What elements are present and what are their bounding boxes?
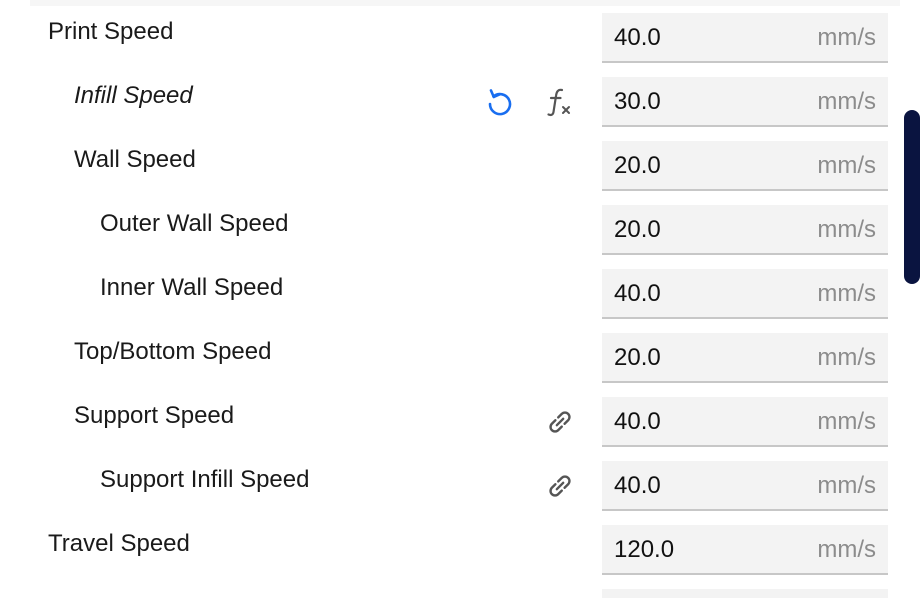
top-bottom-speed-input[interactable]: 20.0 mm/s	[602, 333, 888, 383]
setting-label: Top/Bottom Speed	[74, 338, 272, 365]
setting-value: 20.0	[614, 344, 661, 371]
setting-row-infill-speed: Infill Speed 30.0 mm/s	[0, 64, 900, 128]
setting-unit: mm/s	[817, 216, 876, 243]
setting-unit: mm/s	[817, 280, 876, 307]
setting-value: 40.0	[614, 24, 661, 51]
setting-label: Inner Wall Speed	[100, 274, 284, 301]
setting-unit: mm/s	[817, 88, 876, 115]
setting-row-travel-speed: Travel Speed 120.0 mm/s	[0, 512, 900, 576]
inner-wall-speed-input[interactable]: 40.0 mm/s	[602, 269, 888, 319]
setting-value: 40.0	[614, 408, 661, 435]
link-icon[interactable]	[542, 468, 578, 504]
outer-wall-speed-input[interactable]: 20.0 mm/s	[602, 205, 888, 255]
speed-settings-panel: Print Speed 40.0 mm/s Infill Speed 30.0 …	[0, 0, 920, 598]
setting-row-wall-speed: Wall Speed 20.0 mm/s	[0, 128, 900, 192]
setting-value: 120.0	[614, 536, 675, 563]
setting-label: Support Speed	[74, 402, 235, 429]
setting-unit: mm/s	[817, 472, 876, 499]
travel-speed-input[interactable]: 120.0 mm/s	[602, 525, 888, 575]
setting-unit: mm/s	[817, 536, 876, 563]
setting-value: 20.0	[614, 216, 661, 243]
setting-label: Support Infill Speed	[100, 466, 310, 493]
setting-label: Travel Speed	[48, 530, 190, 557]
setting-row-top-bottom-speed: Top/Bottom Speed 20.0 mm/s	[0, 320, 900, 384]
setting-value: 40.0	[614, 280, 661, 307]
setting-unit: mm/s	[817, 344, 876, 371]
setting-value: 20.0	[614, 152, 661, 179]
reset-icon[interactable]	[482, 84, 518, 120]
wall-speed-input[interactable]: 20.0 mm/s	[602, 141, 888, 191]
setting-unit: mm/s	[817, 152, 876, 179]
next-row-edge	[602, 589, 888, 598]
function-icon[interactable]	[542, 84, 578, 120]
setting-value: 40.0	[614, 472, 661, 499]
setting-label: Wall Speed	[74, 146, 196, 173]
setting-unit: mm/s	[817, 408, 876, 435]
setting-row-support-speed: Support Speed 40.0 mm/s	[0, 384, 900, 448]
setting-row-outer-wall-speed: Outer Wall Speed 20.0 mm/s	[0, 192, 900, 256]
print-speed-input[interactable]: 40.0 mm/s	[602, 13, 888, 63]
support-speed-input[interactable]: 40.0 mm/s	[602, 397, 888, 447]
setting-row-print-speed: Print Speed 40.0 mm/s	[0, 0, 900, 64]
setting-label: Outer Wall Speed	[100, 210, 289, 237]
setting-unit: mm/s	[817, 24, 876, 51]
setting-label: Infill Speed	[74, 82, 193, 109]
infill-speed-input[interactable]: 30.0 mm/s	[602, 77, 888, 127]
setting-row-inner-wall-speed: Inner Wall Speed 40.0 mm/s	[0, 256, 900, 320]
scrollbar-thumb[interactable]	[904, 110, 920, 284]
support-infill-speed-input[interactable]: 40.0 mm/s	[602, 461, 888, 511]
setting-value: 30.0	[614, 88, 661, 115]
link-icon[interactable]	[542, 404, 578, 440]
setting-label: Print Speed	[48, 18, 174, 45]
setting-row-support-infill-speed: Support Infill Speed 40.0 mm/s	[0, 448, 900, 512]
